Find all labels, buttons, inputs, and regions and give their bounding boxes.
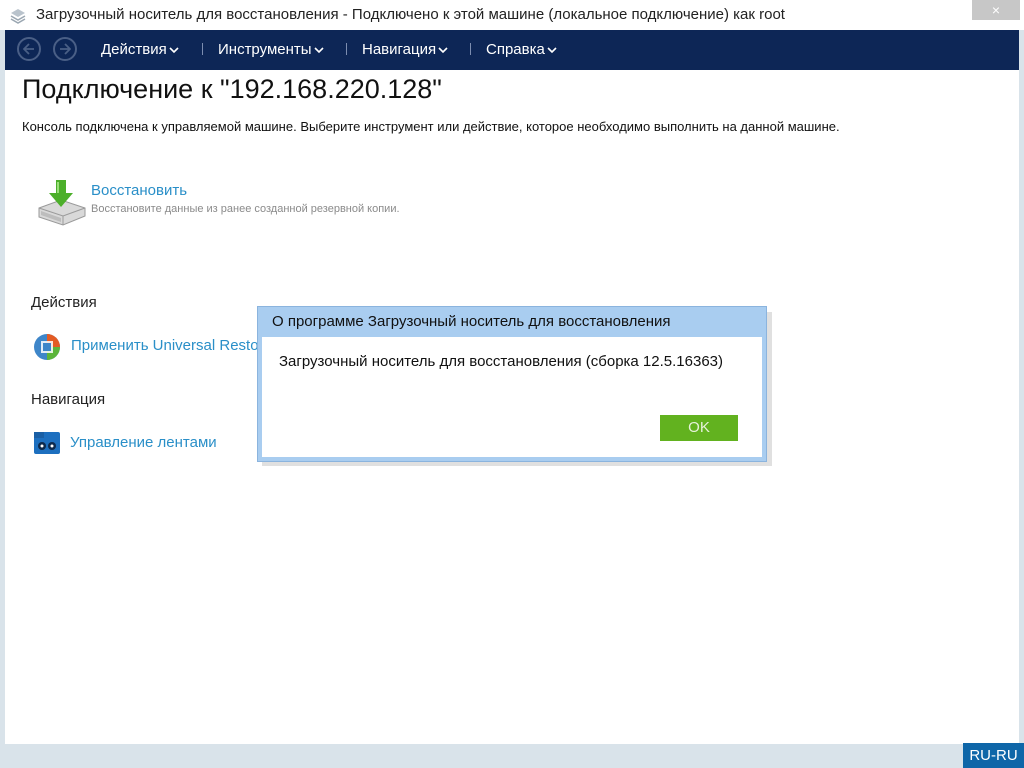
restore-description: Восстановите данные из ранее созданной р…: [91, 203, 400, 215]
menu-tools[interactable]: Инструменты: [218, 41, 324, 58]
menu-separator: [202, 43, 203, 55]
about-dialog: О программе Загрузочный носитель для вос…: [257, 306, 767, 462]
main-window: Загрузочный носитель для восстановления …: [0, 0, 1024, 768]
close-button[interactable]: ×: [972, 0, 1020, 20]
chevron-down-icon: [313, 41, 324, 58]
manage-tapes-link[interactable]: Управление лентами: [70, 434, 217, 451]
page-title: Подключение к "192.168.220.128": [22, 74, 442, 104]
universal-restore-icon[interactable]: [32, 332, 62, 362]
status-bar: [5, 744, 1019, 768]
apply-universal-restore-link[interactable]: Применить Universal Restore: [71, 337, 272, 354]
forward-button[interactable]: [53, 37, 77, 61]
menu-navigation-label: Навигация: [362, 41, 437, 58]
restore-link[interactable]: Восстановить: [91, 182, 187, 199]
tape-icon[interactable]: [32, 428, 62, 458]
restore-icon[interactable]: [35, 178, 87, 226]
menu-bar: Действия Инструменты Навигация Справка: [5, 30, 1019, 70]
menu-actions-label: Действия: [101, 41, 167, 58]
window-frame-right: [1019, 30, 1024, 768]
page-description: Консоль подключена к управляемой машине.…: [22, 119, 840, 134]
menu-help[interactable]: Справка: [486, 41, 557, 58]
arrow-left-icon: [23, 43, 34, 55]
menu-separator: [470, 43, 471, 55]
ok-button[interactable]: OK: [660, 415, 738, 441]
chevron-down-icon: [547, 41, 557, 58]
arrow-right-icon: [60, 43, 71, 55]
navigation-section-title: Навигация: [31, 391, 106, 408]
menu-actions[interactable]: Действия: [101, 41, 179, 58]
menu-tools-label: Инструменты: [218, 41, 312, 58]
dialog-body: Загрузочный носитель для восстановления …: [262, 337, 762, 457]
window-title: Загрузочный носитель для восстановления …: [36, 6, 785, 23]
dialog-title: О программе Загрузочный носитель для вос…: [272, 313, 671, 330]
app-icon: [10, 8, 26, 24]
title-bar: Загрузочный носитель для восстановления …: [0, 0, 1024, 30]
chevron-down-icon: [169, 41, 179, 58]
menu-navigation[interactable]: Навигация: [362, 41, 448, 58]
menu-help-label: Справка: [486, 41, 545, 58]
actions-section-title: Действия: [31, 294, 97, 311]
chevron-down-icon: [438, 41, 448, 58]
language-indicator[interactable]: RU-RU: [963, 743, 1024, 768]
menu-separator: [346, 43, 347, 55]
dialog-message: Загрузочный носитель для восстановления …: [279, 353, 724, 370]
back-button[interactable]: [17, 37, 41, 61]
